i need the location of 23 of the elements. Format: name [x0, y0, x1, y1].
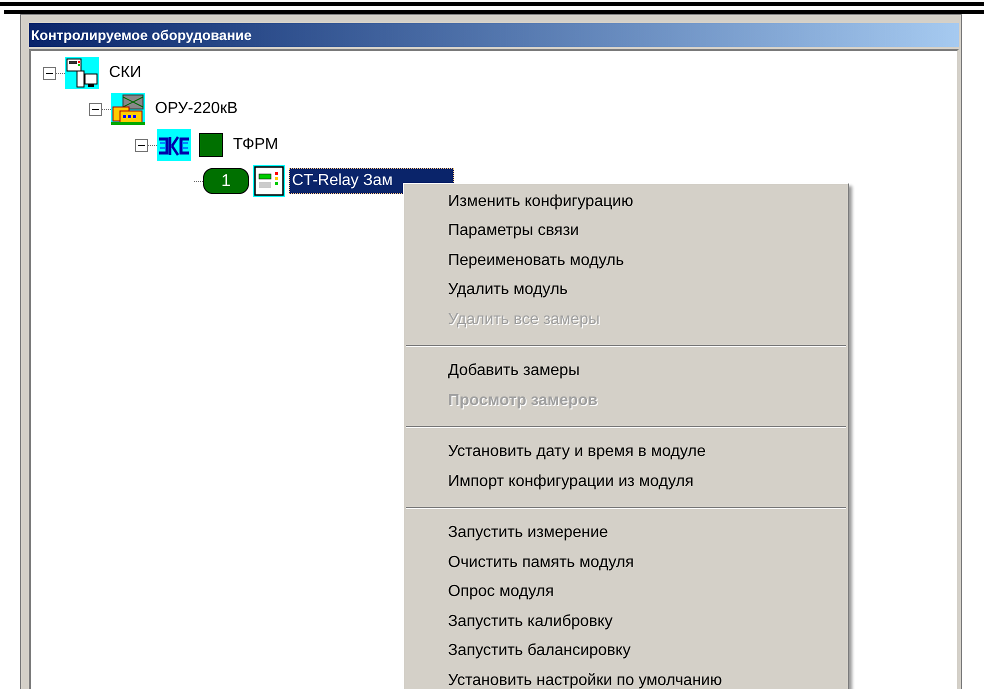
- menu-item[interactable]: Удалить модуль: [404, 276, 848, 305]
- tree-item-label[interactable]: ОРУ-220кВ: [153, 97, 240, 121]
- collapse-toggle-icon[interactable]: [135, 138, 148, 152]
- menu-item[interactable]: Установить дату и время в модуле: [404, 438, 848, 467]
- menu-item[interactable]: Добавить замеры: [404, 356, 848, 386]
- computer-icon: [65, 57, 99, 89]
- menu-item[interactable]: Запустить балансировку: [404, 636, 848, 666]
- menu-item[interactable]: Установить настройки по умолчанию: [404, 666, 848, 689]
- tree-item-label[interactable]: СКИ: [107, 61, 144, 85]
- menu-item[interactable]: Переименовать модуль: [404, 246, 848, 276]
- menu-item[interactable]: Запустить калибровку: [404, 607, 848, 636]
- menu-item[interactable]: Импорт конфигурации из модуля: [404, 467, 848, 496]
- menu-item[interactable]: Запустить измерение: [404, 518, 848, 548]
- menu-item[interactable]: Параметры связи: [404, 216, 848, 246]
- relay-device-icon: [253, 165, 285, 197]
- transformer-icon: [157, 129, 191, 161]
- collapse-toggle-icon[interactable]: [89, 102, 102, 116]
- panel-title: Контролируемое оборудование: [31, 26, 252, 45]
- collapse-toggle-icon[interactable]: [43, 66, 56, 80]
- menu-item[interactable]: Очистить память модуля: [404, 548, 848, 578]
- menu-item[interactable]: Опрос модуля: [404, 578, 848, 607]
- number-badge: 1: [203, 168, 249, 194]
- tree-item-label[interactable]: ТФРМ: [231, 133, 280, 157]
